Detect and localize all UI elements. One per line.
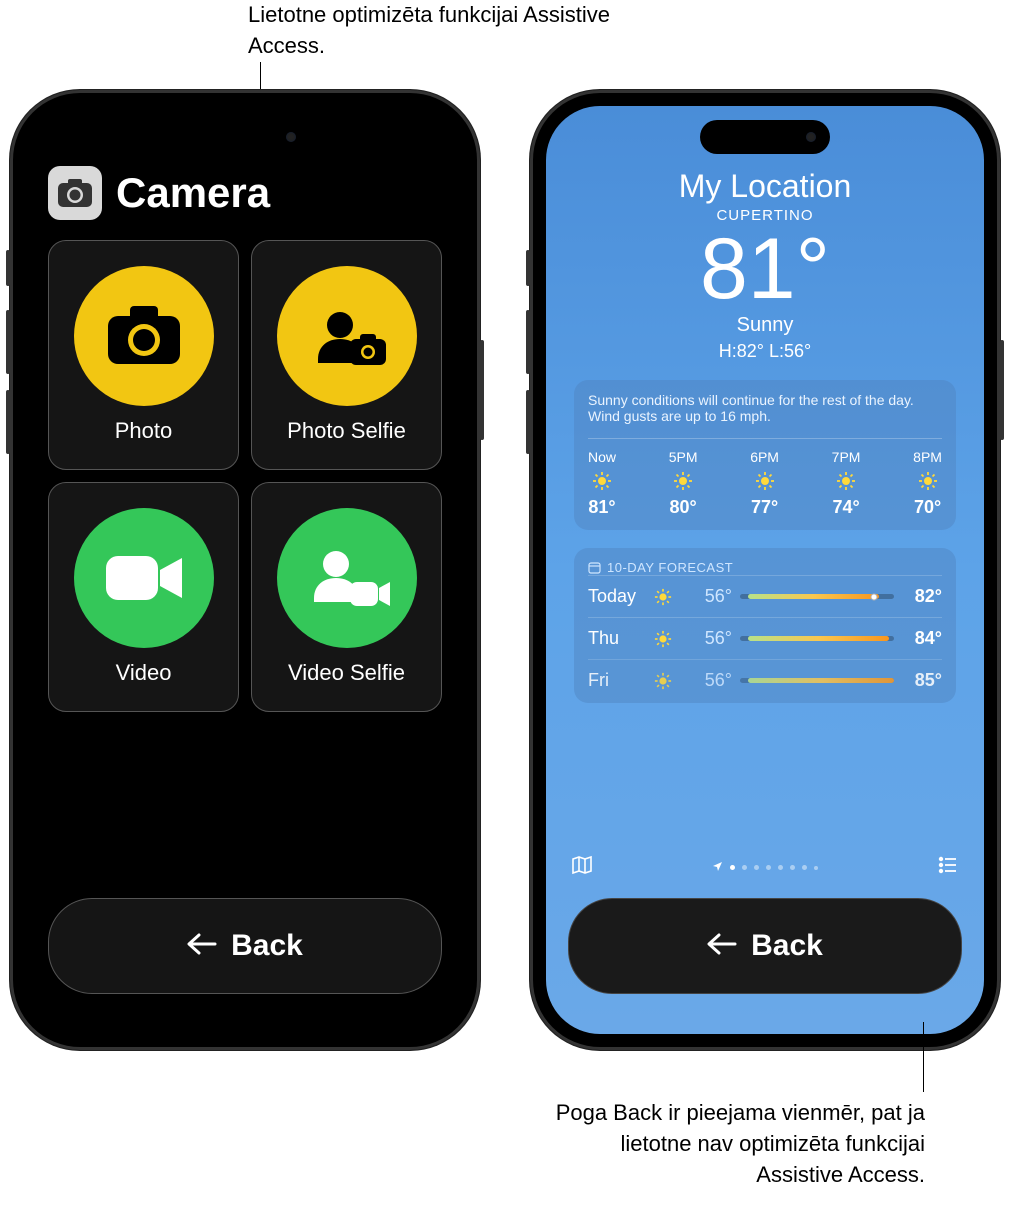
hourly-item: 6PM 77°: [750, 449, 779, 518]
daily-lo: 56°: [692, 670, 732, 691]
video-icon: [74, 508, 214, 648]
weather-toolbar: [546, 853, 984, 882]
back-label: Back: [751, 929, 823, 963]
hour-temp: 74°: [832, 497, 859, 518]
weather-location-title: My Location: [574, 168, 956, 205]
daily-row: Thu 56° 84°: [588, 617, 942, 659]
daily-hi: 84°: [902, 628, 942, 649]
dynamic-island: [700, 120, 830, 154]
weather-content: My Location CUPERTINO 81° Sunny H:82° L:…: [546, 106, 984, 703]
sun-icon: [654, 588, 684, 606]
daily-row: Fri 56° 85°: [588, 659, 942, 701]
sun-icon: [673, 471, 693, 491]
camera-icon: [74, 266, 214, 406]
arrow-left-icon: [187, 929, 217, 963]
hour-time: Now: [588, 449, 616, 465]
hour-time: 5PM: [669, 449, 698, 465]
temp-range-bar: [740, 636, 894, 641]
selfie-video-icon: [277, 508, 417, 648]
back-button[interactable]: Back: [568, 898, 962, 994]
weather-summary: Sunny conditions will continue for the r…: [588, 392, 942, 424]
callout-top: Lietotne optimizēta funkcijai Assistive …: [248, 0, 648, 62]
hourly-item: 7PM 74°: [832, 449, 861, 518]
map-icon[interactable]: [570, 853, 594, 882]
hour-temp: 81°: [588, 497, 615, 518]
back-label: Back: [231, 929, 303, 963]
hourly-item: 8PM 70°: [913, 449, 942, 518]
phone-camera: Camera Photo Photo Selfie Video: [10, 90, 480, 1050]
dynamic-island: [180, 120, 310, 154]
weather-temp: 81°: [574, 226, 956, 312]
callout-bottom: Poga Back ir pieejama vienmēr, pat ja li…: [555, 1098, 925, 1190]
hour-time: 6PM: [750, 449, 779, 465]
tile-label: Photo Selfie: [287, 418, 406, 444]
temp-range-bar: [740, 678, 894, 683]
sun-icon: [836, 471, 856, 491]
hourly-item: 5PM 80°: [669, 449, 698, 518]
camera-title: Camera: [116, 169, 270, 217]
calendar-icon: [588, 561, 601, 574]
callout-line-bottom: [923, 1022, 924, 1092]
sun-icon: [755, 471, 775, 491]
hour-temp: 77°: [751, 497, 778, 518]
daily-lo: 56°: [692, 628, 732, 649]
ten-day-title: 10-DAY FORECAST: [588, 560, 942, 575]
location-arrow-icon: [712, 859, 723, 877]
hourly-forecast-card[interactable]: Sunny conditions will continue for the r…: [574, 380, 956, 530]
weather-hilo: H:82° L:56°: [574, 341, 956, 362]
sun-icon: [592, 471, 612, 491]
daily-lo: 56°: [692, 586, 732, 607]
ten-day-label: 10-DAY FORECAST: [607, 560, 733, 575]
temp-range-bar: [740, 594, 894, 599]
weather-condition: Sunny: [574, 314, 956, 337]
tile-label: Video: [116, 660, 172, 686]
phone-weather: My Location CUPERTINO 81° Sunny H:82° L:…: [530, 90, 1000, 1050]
camera-screen: Camera Photo Photo Selfie Video: [26, 106, 464, 1034]
sun-icon: [654, 630, 684, 648]
selfie-camera-icon: [277, 266, 417, 406]
hour-time: 7PM: [832, 449, 861, 465]
daily-day: Fri: [588, 670, 646, 691]
page-indicator[interactable]: [712, 859, 818, 877]
sun-icon: [918, 471, 938, 491]
hour-temp: 70°: [914, 497, 941, 518]
camera-tile-video-selfie[interactable]: Video Selfie: [251, 482, 442, 712]
sun-icon: [654, 672, 684, 690]
hourly-item: Now 81°: [588, 449, 616, 518]
list-icon[interactable]: [936, 853, 960, 882]
daily-forecast-card[interactable]: 10-DAY FORECAST Today 56° 82° Thu 56° 84…: [574, 548, 956, 703]
weather-screen: My Location CUPERTINO 81° Sunny H:82° L:…: [546, 106, 984, 1034]
daily-hi: 82°: [902, 586, 942, 607]
daily-day: Thu: [588, 628, 646, 649]
camera-tile-photo[interactable]: Photo: [48, 240, 239, 470]
camera-app-icon: [48, 166, 102, 220]
arrow-left-icon: [707, 929, 737, 963]
tile-label: Photo: [115, 418, 173, 444]
daily-hi: 85°: [902, 670, 942, 691]
camera-tile-video[interactable]: Video: [48, 482, 239, 712]
camera-tile-photo-selfie[interactable]: Photo Selfie: [251, 240, 442, 470]
daily-day: Today: [588, 586, 646, 607]
daily-row: Today 56° 82°: [588, 575, 942, 617]
camera-mode-grid: Photo Photo Selfie Video Video Selfie: [26, 230, 464, 722]
hour-temp: 80°: [669, 497, 696, 518]
back-button[interactable]: Back: [48, 898, 442, 994]
hourly-row: Now 81° 5PM 80° 6PM 77°: [588, 438, 942, 518]
tile-label: Video Selfie: [288, 660, 405, 686]
hour-time: 8PM: [913, 449, 942, 465]
